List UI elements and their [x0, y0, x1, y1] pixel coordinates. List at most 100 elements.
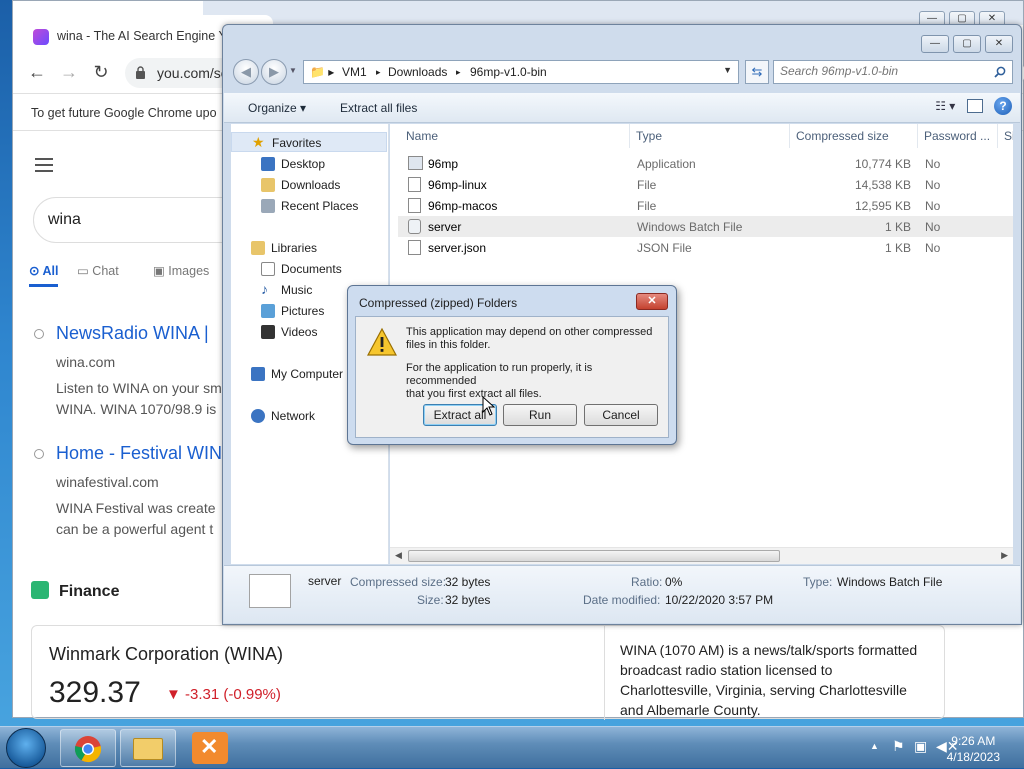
tab-chat[interactable]: ▭ Chat — [77, 263, 119, 278]
address-bar[interactable]: 📁 ▸ VM1 ▸ Downloads ▸ 96mp-v1.0-bin ▼ — [303, 60, 739, 84]
search-query: wina — [48, 211, 81, 228]
file-password: No — [925, 157, 941, 171]
organize-button[interactable]: Organize ▾ — [248, 101, 306, 115]
nav-downloads[interactable]: Downloads — [231, 175, 387, 195]
nav-label: Favorites — [272, 136, 322, 150]
column-label: Password ... — [924, 129, 991, 143]
address-row: ◀ ▶ ▼ 📁 ▸ VM1 ▸ Downloads ▸ 96mp-v1.0-bi… — [231, 59, 1015, 87]
tab-chat-label: Chat — [92, 264, 119, 278]
nav-label: Videos — [281, 325, 318, 339]
nav-label: Downloads — [281, 178, 341, 192]
clock[interactable]: 9:26 AM 4/18/2023 — [947, 733, 1000, 765]
scroll-right-icon[interactable]: ▶ — [1001, 550, 1008, 561]
breadcrumb-folder[interactable]: 96mp-v1.0-bin — [470, 65, 547, 79]
address-dropdown-icon[interactable]: ▼ — [723, 65, 732, 75]
details-value: 32 bytes — [445, 593, 491, 607]
batch-file-gear-icon — [249, 574, 291, 608]
you-favicon-icon — [33, 29, 49, 45]
details-value: 32 bytes — [445, 575, 491, 589]
mouse-cursor-icon — [482, 396, 496, 416]
taskbar: ✕ ▲ ⚑ ▣ ◀✕ 9:26 AM 4/18/2023 — [0, 726, 1024, 768]
batch-file-gear-icon — [408, 219, 421, 234]
explorer-taskbar-button[interactable] — [120, 729, 176, 767]
tab-images[interactable]: ▣ Images — [153, 263, 209, 278]
show-hidden-icons-icon[interactable]: ▲ — [870, 741, 879, 751]
back-arrow-icon[interactable]: ← — [27, 63, 47, 81]
column-compressed-size[interactable]: Compressed size — [790, 124, 918, 148]
file-size: 12,595 KB — [854, 199, 911, 213]
run-button[interactable]: Run — [503, 404, 577, 426]
scroll-thumb[interactable] — [408, 550, 780, 562]
nav-favorites[interactable]: ★ Favorites — [231, 132, 387, 152]
forward-arrow-icon[interactable]: → — [59, 63, 79, 81]
file-row[interactable]: 96mp-linux File 14,538 KB No — [398, 174, 1013, 195]
menu-icon[interactable] — [35, 158, 53, 172]
result-title[interactable]: Home - Festival WIN — [56, 443, 231, 464]
start-button[interactable] — [6, 728, 46, 768]
action-center-flag-icon[interactable]: ⚑ — [892, 738, 905, 755]
dialog-body: This application may depend on other com… — [355, 316, 669, 438]
file-name: server — [428, 220, 462, 234]
network-icon — [251, 409, 265, 423]
xampp-icon[interactable]: ✕ — [192, 732, 228, 764]
sort-arrow-icon: ^ — [508, 124, 512, 129]
url-text: you.com/se — [157, 65, 229, 81]
views-icon[interactable]: ☷ ▾ — [935, 99, 955, 113]
column-size[interactable]: Si — [998, 124, 1013, 148]
file-icon — [408, 198, 421, 213]
close-button[interactable]: ✕ — [636, 293, 668, 310]
chrome-taskbar-button[interactable] — [60, 729, 116, 767]
breadcrumb-downloads[interactable]: Downloads — [388, 65, 447, 79]
cancel-button[interactable]: Cancel — [584, 404, 658, 426]
folder-search-input[interactable] — [780, 64, 980, 78]
file-password: No — [925, 220, 941, 234]
file-row[interactable]: server.json JSON File 1 KB No — [398, 237, 1013, 258]
nav-libraries[interactable]: Libraries — [231, 238, 387, 258]
column-type[interactable]: Type — [630, 124, 790, 148]
details-label: Date modified: — [583, 593, 661, 607]
nav-desktop[interactable]: Desktop — [231, 154, 387, 174]
maximize-button[interactable]: ▢ — [953, 35, 981, 53]
stock-price: 329.37 — [49, 676, 141, 709]
close-button[interactable]: ✕ — [985, 35, 1013, 53]
breadcrumb-vm1[interactable]: VM1 — [342, 65, 367, 79]
dialog-message: This application may depend on other com… — [406, 326, 664, 352]
chrome-icon — [74, 736, 102, 763]
scroll-left-icon[interactable]: ◀ — [395, 550, 402, 561]
help-icon[interactable]: ? — [994, 97, 1012, 115]
folder-icon: 📁 ▸ — [310, 65, 335, 79]
horizontal-scrollbar[interactable]: ◀ ▶ — [390, 547, 1013, 564]
reload-icon[interactable]: ↻ — [91, 63, 111, 81]
breadcrumb-separator-icon[interactable]: ▸ — [376, 67, 381, 78]
lock-icon — [136, 66, 145, 79]
column-name[interactable]: Name ^ — [390, 124, 630, 148]
minimize-button[interactable]: — — [921, 35, 949, 53]
refresh-button[interactable]: ⇆ — [745, 60, 769, 84]
forward-button[interactable]: ▶ — [261, 59, 287, 85]
window-controls: — ▢ ✕ — [917, 35, 1013, 53]
file-row-selected[interactable]: server Windows Batch File 1 KB No — [398, 216, 1013, 237]
folder-search[interactable] — [773, 60, 1013, 84]
snippet-line: WINA Festival was create — [56, 500, 216, 516]
network-icon[interactable]: ▣ — [914, 738, 927, 755]
file-type: File — [637, 178, 657, 192]
nav-recent-places[interactable]: Recent Places — [231, 196, 387, 216]
nav-label: Pictures — [281, 304, 325, 318]
down-triangle-icon: ▼ — [166, 686, 186, 703]
preview-pane-icon[interactable] — [966, 99, 983, 113]
result-title[interactable]: NewsRadio WINA | — [56, 323, 231, 344]
column-label: Compressed size — [796, 129, 889, 143]
file-row[interactable]: 96mp-macos File 12,595 KB No — [398, 195, 1013, 216]
file-row[interactable]: 96mp Application 10,774 KB No — [398, 153, 1013, 174]
back-button[interactable]: ◀ — [233, 59, 259, 85]
breadcrumb-separator-icon[interactable]: ▸ — [456, 67, 461, 78]
nav-documents[interactable]: Documents — [231, 259, 387, 279]
extract-all-files-button[interactable]: Extract all files — [340, 101, 417, 115]
file-size: 10,774 KB — [854, 157, 911, 171]
column-password[interactable]: Password ... — [918, 124, 998, 148]
file-type: Application — [637, 157, 696, 171]
finance-chart-icon — [31, 581, 49, 599]
tab-all[interactable]: ⊙ All — [29, 263, 59, 287]
search-result: NewsRadio WINA | wina.com Listen to WINA… — [31, 323, 231, 420]
recent-pages-chevron-icon[interactable]: ▼ — [289, 66, 297, 75]
